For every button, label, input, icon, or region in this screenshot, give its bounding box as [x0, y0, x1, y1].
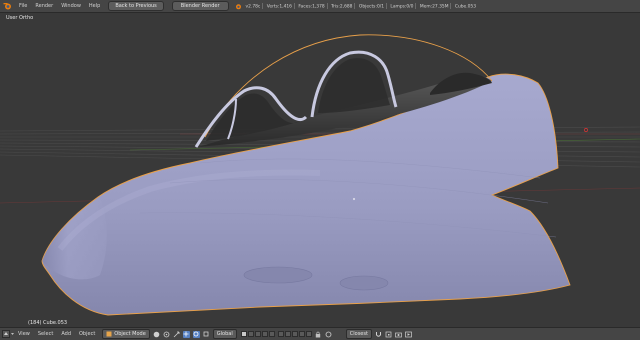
3d-view-header: View Select Add Object Object Mode Globa… [0, 327, 640, 340]
nose-cone [42, 197, 107, 280]
lock-layers-icon[interactable] [315, 331, 322, 338]
active-object-label: (184) Cube.053 [28, 320, 68, 326]
pivot-point-icon[interactable] [163, 331, 170, 338]
blender-icon [235, 3, 242, 10]
menu-help[interactable]: Help [85, 0, 104, 12]
3d-viewport[interactable]: User Ortho (184) Cube.053 [0, 13, 640, 327]
stat-active-object: Cube.053 [454, 4, 477, 10]
intake-fairing-right [339, 275, 389, 291]
viewport-scene[interactable] [0, 13, 640, 327]
blender-window: File Render Window Help Back to Previous… [0, 0, 640, 340]
editor-type-icon[interactable] [2, 2, 12, 11]
manipulator-icon[interactable] [173, 331, 180, 338]
render-engine-select[interactable]: Blender Render [171, 1, 229, 11]
stat-version: v2.78c [245, 4, 261, 10]
proportional-label: Closest [349, 331, 368, 337]
viewport-shading-icon[interactable] [153, 331, 160, 338]
stat-objects: Objects:0/1 [358, 4, 385, 10]
mode-select[interactable]: Object Mode [102, 329, 150, 339]
stat-tris: Tris:2,688 [331, 4, 353, 10]
3d-cursor[interactable] [584, 128, 588, 132]
info-header: File Render Window Help Back to Previous… [0, 0, 640, 13]
menu-window[interactable]: Window [57, 0, 85, 12]
layer-button[interactable] [240, 331, 247, 337]
back-to-previous-button[interactable]: Back to Previous [108, 1, 164, 11]
view-label: User Ortho [6, 15, 34, 21]
layer-button[interactable] [277, 331, 284, 337]
menu-view[interactable]: View [14, 328, 34, 340]
proportional-editing-icon[interactable] [325, 331, 332, 338]
scale-manipulator-icon[interactable] [203, 331, 210, 338]
intake-fairing-left [243, 266, 313, 284]
snap-element-icon[interactable] [385, 331, 392, 338]
proportional-falloff-select[interactable]: Closest [345, 329, 372, 339]
layer-button[interactable] [268, 331, 275, 337]
scene-stats: v2.78c Verts:1,416 Faces:1,378 Tris:2,68… [245, 2, 477, 10]
menu-add[interactable]: Add [57, 328, 75, 340]
snap-magnet-icon[interactable] [375, 331, 382, 338]
mode-label: Object Mode [114, 331, 146, 337]
stat-faces: Faces:1,378 [298, 4, 325, 10]
layer-button[interactable] [284, 331, 291, 337]
opengl-render-icon[interactable] [395, 331, 402, 338]
layer-button[interactable] [261, 331, 268, 337]
layer-button[interactable] [291, 331, 298, 337]
translate-manipulator-icon[interactable] [182, 330, 190, 338]
orientation-select[interactable]: Global [212, 329, 237, 339]
layer-button[interactable] [305, 331, 312, 337]
layer-button[interactable] [298, 331, 305, 337]
stat-mem: Mem:27.35M [419, 4, 449, 10]
menu-object[interactable]: Object [75, 328, 99, 340]
menu-select[interactable]: Select [34, 328, 57, 340]
layer-grid[interactable] [240, 331, 312, 337]
editor-type-button[interactable] [2, 330, 14, 338]
menu-file[interactable]: File [15, 0, 31, 12]
menu-render[interactable]: Render [31, 0, 57, 12]
stat-verts: Verts:1,416 [266, 4, 292, 10]
object-mode-icon [106, 331, 112, 337]
rotate-manipulator-icon[interactable] [192, 330, 200, 338]
orientation-label: Global [216, 331, 233, 337]
stat-lamps: Lamps:0/0 [390, 4, 414, 10]
origin-dot [352, 197, 356, 201]
opengl-anim-icon[interactable] [405, 331, 412, 338]
layer-button[interactable] [254, 331, 261, 337]
layer-button[interactable] [247, 331, 254, 337]
